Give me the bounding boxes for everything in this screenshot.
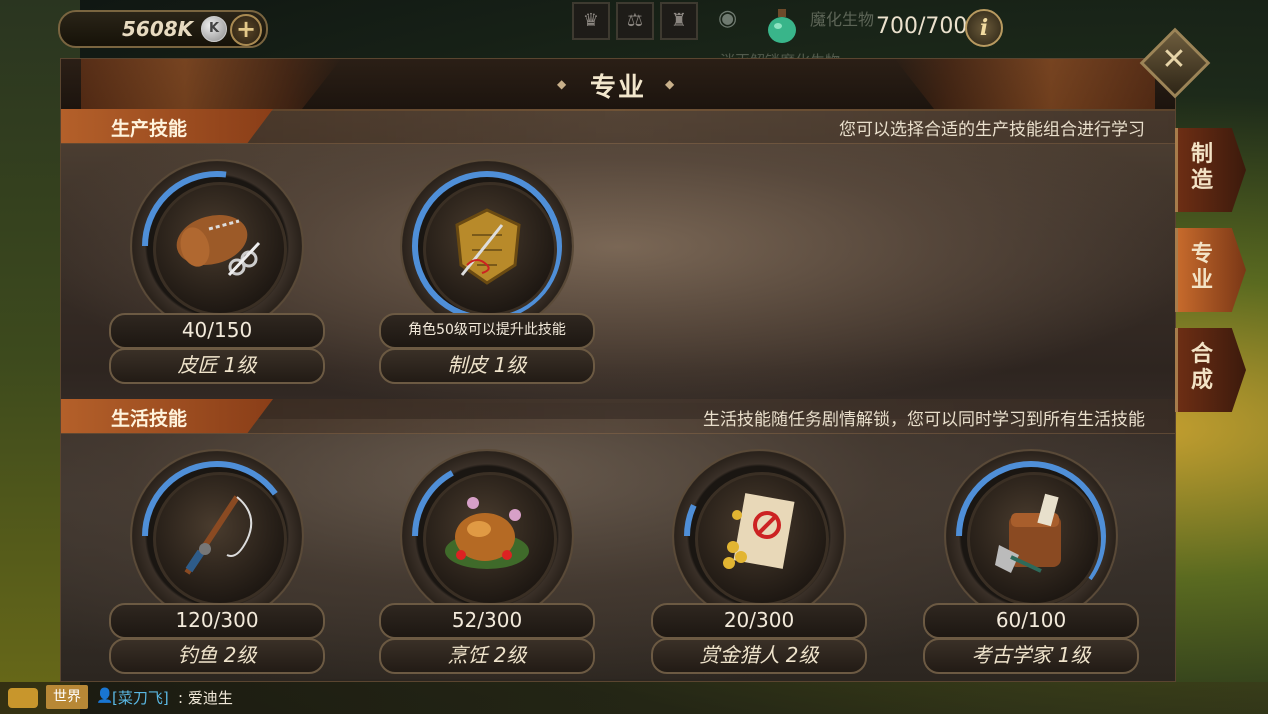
tab-synthesis[interactable]: 合成	[1175, 328, 1246, 412]
production-section-hint: 您可以选择合适的生产技能组合进行学习	[839, 120, 1145, 140]
skill-name: 烹饪 2级	[379, 638, 595, 674]
tab-profession[interactable]: 专业	[1175, 228, 1246, 312]
life-section-hint: 生活技能随任务剧情解锁，您可以同时学习到所有生活技能	[703, 410, 1145, 430]
skill-progress-value: 60/100	[923, 603, 1139, 639]
skill-card-fishing[interactable]: 120/300 钓鱼 2级	[109, 451, 325, 681]
skill-name: 钓鱼 2级	[109, 638, 325, 674]
skill-card-archaeologist[interactable]: 60/100 考古学家 1级	[923, 451, 1139, 681]
skill-progress-value: 40/150	[109, 313, 325, 349]
info-button[interactable]: i	[965, 9, 1003, 47]
top-bar: 5608K K + ♛ ⚖ ♜ ◉ 魔化生物 消灭解锁魔化生物 700/700 …	[0, 0, 1268, 70]
skill-progress-value: 52/300	[379, 603, 595, 639]
title-diamond-right-icon: ◆	[665, 77, 675, 91]
eye-icon[interactable]: ◉	[718, 6, 737, 31]
skill-card-tanning[interactable]: 角色50级可以提升此技能 制皮 1级	[379, 161, 595, 391]
tab-crafting[interactable]: 制造	[1175, 128, 1246, 212]
panel-title-bar: ◆ 专业 ◆	[61, 59, 1175, 111]
production-section-header: 生产技能 您可以选择合适的生产技能组合进行学习	[61, 109, 1175, 144]
fishing-rod-icon	[184, 495, 253, 575]
crown-icon[interactable]: ♛	[572, 2, 610, 40]
roast-chicken-icon	[445, 497, 529, 569]
tab-label: 制造	[1190, 142, 1213, 193]
skill-progress-value: 120/300	[109, 603, 325, 639]
chat-username[interactable]: [菜刀飞]	[112, 687, 169, 708]
skill-name: 制皮 1级	[379, 348, 595, 384]
tab-label: 合成	[1190, 342, 1213, 393]
tab-label: 专业	[1190, 242, 1213, 293]
archaeology-bag-icon	[995, 493, 1061, 573]
skill-card-bounty-hunter[interactable]: 20/300 赏金猎人 2级	[651, 451, 867, 681]
skill-unlock-hint: 角色50级可以提升此技能	[379, 313, 595, 349]
panel-title: 专业	[589, 73, 646, 103]
skill-name: 皮匠 1级	[109, 348, 325, 384]
skill-name: 考古学家 1级	[923, 638, 1139, 674]
leather-roll-scissors-icon	[176, 215, 261, 277]
add-currency-button[interactable]: +	[230, 14, 262, 46]
production-section-title: 生产技能	[111, 118, 188, 140]
skill-progress-value: 20/300	[651, 603, 867, 639]
chat-channel-badge: 世界	[46, 685, 88, 709]
chat-bar[interactable]: 世界 👤 [菜刀飞] : 爱迪生	[0, 682, 1268, 714]
bounty-scroll-icon	[723, 493, 795, 569]
chat-bubble-icon[interactable]	[8, 688, 38, 708]
profession-panel: ◆ 专业 ◆ 生产技能 您可以选择合适的生产技能组合进行学习 40/150 皮匠…	[60, 58, 1176, 682]
stamina-value: 700/700	[876, 14, 968, 39]
life-section-title: 生活技能	[111, 408, 188, 430]
currency-value: 5608K	[122, 17, 194, 41]
faded-quest-label: 魔化生物	[810, 10, 875, 29]
scale-icon[interactable]: ⚖	[616, 2, 654, 40]
potion-icon	[768, 9, 796, 43]
coin-icon: K	[201, 16, 227, 42]
statue-icon[interactable]: ♜	[660, 2, 698, 40]
leather-armor-needle-icon	[455, 208, 521, 285]
skill-name: 赏金猎人 2级	[651, 638, 867, 674]
skill-card-leatherworker[interactable]: 40/150 皮匠 1级	[109, 161, 325, 391]
user-icon: 👤	[96, 688, 114, 704]
life-section-header: 生活技能 生活技能随任务剧情解锁，您可以同时学习到所有生活技能	[61, 399, 1175, 434]
skill-card-cooking[interactable]: 52/300 烹饪 2级	[379, 451, 595, 681]
close-icon[interactable]: ✕	[1160, 40, 1188, 80]
currency-display: 5608K K +	[58, 10, 268, 48]
chat-message: : 爱迪生	[178, 689, 233, 707]
